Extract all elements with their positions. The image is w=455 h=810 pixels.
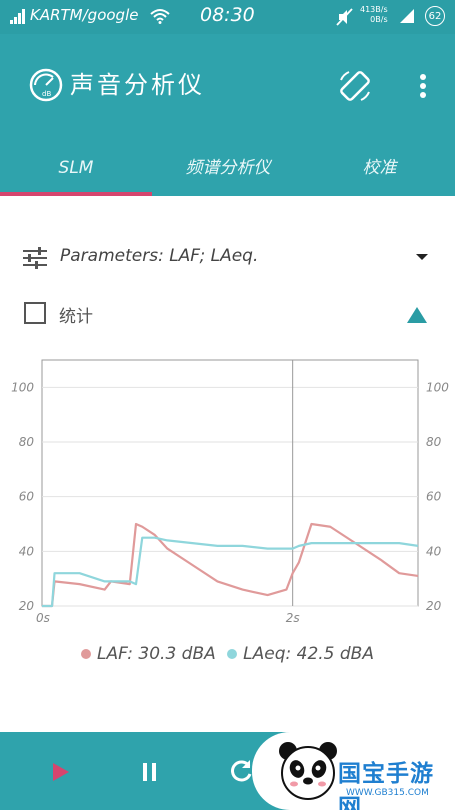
y-tick-label-left: 80: [19, 435, 35, 449]
watermark-brand: 国宝手游网: [338, 761, 434, 810]
statistics-row: 统计: [24, 302, 444, 332]
statistics-label: 统计: [59, 307, 93, 327]
reset-icon[interactable]: [228, 758, 254, 784]
app-bar: dB 声音分析仪 SLM 频谱分析仪 校准: [0, 34, 455, 196]
y-tick-label-right: 40: [426, 544, 442, 558]
y-tick-label-right: 80: [426, 435, 442, 449]
signal-icon: [10, 9, 25, 24]
wifi-icon: [150, 9, 170, 24]
x-tick-label: 2s: [286, 611, 300, 625]
y-tick-label-right: 100: [426, 380, 449, 394]
tab-bar: SLM 频谱分析仪 校准: [0, 144, 455, 196]
laeq-legend-dot: [227, 649, 238, 659]
y-tick-label-left: 100: [11, 380, 34, 394]
site-watermark: 国宝手游网 WWW.GB315.COM: [252, 732, 455, 810]
series-line-laf: [42, 522, 419, 608]
dropdown-arrow-icon[interactable]: [416, 254, 428, 260]
app-title: 声音分析仪: [70, 71, 205, 99]
svg-text:dB: dB: [42, 90, 51, 98]
panda-logo-icon: [279, 742, 337, 800]
tab-spectrum-analyzer[interactable]: 频谱分析仪: [152, 144, 304, 192]
sound-meter-logo-icon: dB: [29, 68, 63, 102]
download-speed: 0B/s: [370, 15, 388, 24]
sound-level-chart: 20 20 40 40 60 60 80 80 100 100 0s 2s: [11, 359, 449, 625]
screen-rotate-icon[interactable]: [337, 68, 373, 104]
parameters-label: Parameters: LAF; LAeq.: [60, 246, 259, 266]
pause-icon[interactable]: [141, 762, 159, 782]
plot-area-border: [41, 359, 419, 607]
laf-legend-label: LAF: 30.3 dBA: [97, 644, 216, 664]
play-icon[interactable]: [52, 762, 70, 782]
upload-speed: 413B/s: [360, 5, 388, 14]
chart-legend: LAF: 30.3 dBA LAeq: 42.5 dBA: [0, 644, 455, 670]
y-tick-label-right: 60: [426, 490, 442, 504]
statistics-checkbox[interactable]: [24, 302, 46, 324]
watermark-url: WWW.GB315.COM: [346, 788, 429, 798]
laf-legend-dot: [81, 649, 91, 659]
y-tick-label-right: 20: [426, 599, 442, 613]
y-tick-label-left: 20: [19, 599, 35, 613]
battery-indicator: 62: [425, 6, 445, 26]
cellular-icon: [400, 9, 414, 23]
active-tab-indicator: [0, 192, 152, 196]
overflow-menu-icon[interactable]: [418, 73, 428, 99]
carrier-name: KARTM/google: [30, 6, 139, 24]
sliders-icon: [23, 247, 47, 269]
tab-slm[interactable]: SLM: [0, 144, 152, 192]
status-bar: KARTM/google 08:30 413B/s 0B/s 62: [0, 0, 455, 34]
tab-calibration[interactable]: 校准: [304, 144, 455, 192]
y-tick-label-left: 40: [19, 544, 35, 558]
clock: 08:30: [200, 4, 255, 26]
collapse-arrow-icon[interactable]: [407, 307, 427, 323]
mute-icon: [336, 8, 353, 26]
network-speed: 413B/s 0B/s: [360, 5, 388, 25]
y-tick-label-left: 60: [19, 490, 35, 504]
laeq-legend-label: LAeq: 42.5 dBA: [243, 644, 374, 664]
x-tick-label: 0s: [36, 611, 50, 625]
parameters-selector[interactable]: Parameters: LAF; LAeq.: [22, 244, 442, 274]
